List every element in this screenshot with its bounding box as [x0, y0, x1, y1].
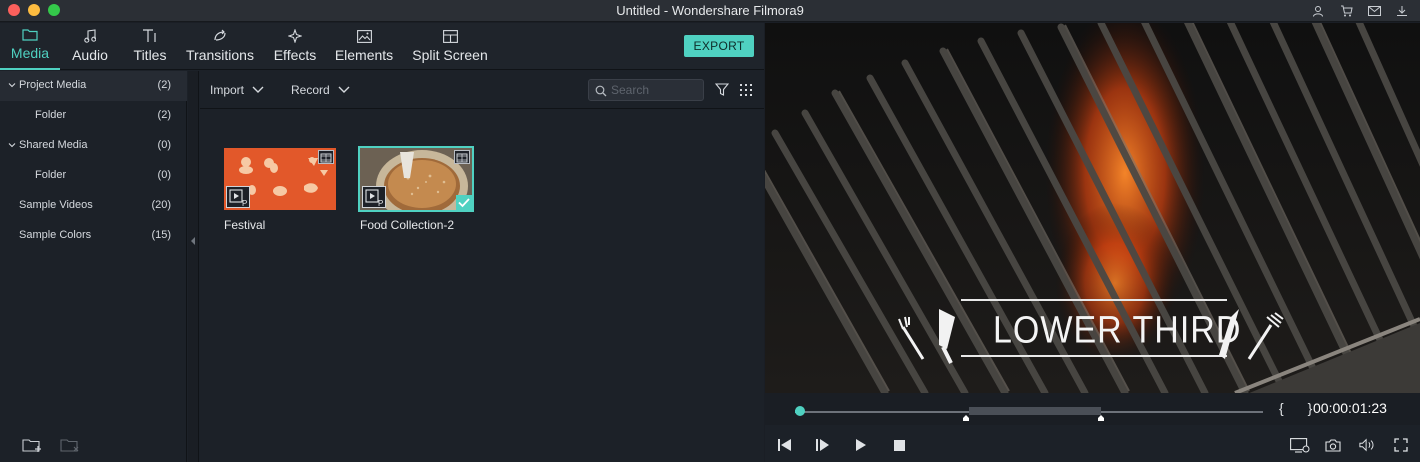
- title-bar: Untitled - Wondershare Filmora9: [0, 0, 1420, 22]
- preview-panel: LOWER THIRD { } 00:00:01:23: [765, 23, 1420, 462]
- snapshot-camera-icon[interactable]: [1325, 437, 1341, 453]
- media-action-bar: Import Record: [200, 71, 764, 109]
- volume-icon[interactable]: [1359, 437, 1375, 453]
- mail-icon[interactable]: [1366, 3, 1382, 19]
- playback-controls: [765, 425, 1420, 462]
- chevron-down-icon: [252, 86, 264, 93]
- sidebar-item-shared-folder[interactable]: Folder (0): [0, 161, 187, 191]
- preview-viewer[interactable]: LOWER THIRD: [765, 23, 1420, 393]
- tab-media[interactable]: Media: [0, 23, 60, 70]
- checkmark-icon: [456, 195, 472, 210]
- tab-transitions[interactable]: Transitions: [184, 23, 256, 70]
- user-icon[interactable]: [1310, 3, 1326, 19]
- media-content: Import Record Search P Festival P Food C…: [200, 71, 764, 462]
- music-note-icon: [84, 28, 96, 44]
- lower-third-title: LOWER THIRD: [993, 308, 1242, 352]
- media-sidebar: Project Media (2) Folder (2) Shared Medi…: [0, 71, 187, 462]
- media-thumbnail[interactable]: P: [224, 148, 336, 210]
- selected-range: [969, 407, 1101, 415]
- grid-view-icon[interactable]: [740, 84, 753, 97]
- record-dropdown[interactable]: Record: [291, 83, 350, 97]
- skip-back-icon[interactable]: [777, 437, 793, 453]
- play-icon[interactable]: [853, 437, 869, 453]
- library-panel: Media Audio Titles Transitions Effects E…: [0, 23, 764, 462]
- chevron-left-icon[interactable]: [191, 237, 196, 245]
- playback-scrubber: { } 00:00:01:23: [765, 393, 1420, 425]
- fullscreen-icon[interactable]: [1393, 437, 1409, 453]
- video-play-icon: P: [362, 186, 386, 208]
- chevron-down-icon[interactable]: [8, 141, 16, 149]
- sidebar-collapse-handle[interactable]: [188, 71, 199, 462]
- tab-elements[interactable]: Elements: [334, 23, 394, 70]
- new-folder-icon[interactable]: [22, 437, 42, 453]
- filmora-app: Untitled - Wondershare Filmora9 Media Au…: [0, 0, 1420, 462]
- display-settings-icon[interactable]: [1289, 437, 1311, 453]
- search-box: [588, 79, 704, 101]
- download-icon[interactable]: [1394, 3, 1410, 19]
- media-item-festival[interactable]: P Festival: [224, 148, 336, 232]
- svg-text:P: P: [378, 199, 383, 207]
- cart-icon[interactable]: [1338, 3, 1354, 19]
- transition-icon: [212, 28, 228, 44]
- effects-sparkle-icon: [288, 28, 302, 44]
- film-strip-icon: [318, 150, 334, 164]
- sidebar-item-sample-videos[interactable]: Sample Videos (20): [0, 191, 187, 221]
- tab-effects[interactable]: Effects: [268, 23, 322, 70]
- timecode: 00:00:01:23: [1313, 400, 1387, 416]
- knife-fork-icon: [898, 309, 955, 364]
- tab-audio[interactable]: Audio: [66, 23, 114, 70]
- film-strip-icon: [454, 150, 470, 164]
- sidebar-item-shared-media[interactable]: Shared Media (0): [0, 131, 187, 161]
- tab-titles[interactable]: Titles: [126, 23, 174, 70]
- lower-third-top-line: [961, 299, 1227, 301]
- filter-icon[interactable]: [715, 83, 729, 96]
- video-play-icon: P: [226, 186, 250, 208]
- image-elements-icon: [356, 28, 372, 44]
- media-item-label: Food Collection-2: [360, 218, 455, 232]
- out-point-marker[interactable]: [1098, 407, 1104, 421]
- media-item-label: Festival: [224, 218, 266, 232]
- search-input[interactable]: [611, 83, 699, 97]
- text-title-icon: [142, 28, 158, 44]
- media-thumbnail[interactable]: P: [358, 146, 474, 212]
- sidebar-item-sample-colors[interactable]: Sample Colors (15): [0, 221, 187, 251]
- tab-split-screen[interactable]: Split Screen: [410, 23, 490, 70]
- sidebar-item-project-folder[interactable]: Folder (2): [0, 101, 187, 131]
- folder-icon: [22, 26, 38, 42]
- knife-fork-icon: [1219, 309, 1284, 360]
- split-screen-icon: [442, 28, 458, 44]
- playhead-knob[interactable]: [795, 406, 805, 416]
- main-tab-bar: Media Audio Titles Transitions Effects E…: [0, 23, 764, 70]
- delete-folder-icon[interactable]: [60, 437, 80, 453]
- media-item-food-collection-2[interactable]: P Food Collection-2: [358, 146, 474, 232]
- chevron-down-icon[interactable]: [8, 81, 16, 89]
- lower-third-bottom-line: [961, 355, 1227, 357]
- stop-icon[interactable]: [891, 437, 907, 453]
- chevron-down-icon: [338, 86, 350, 93]
- export-button[interactable]: EXPORT: [684, 35, 754, 57]
- window-title: Untitled - Wondershare Filmora9: [616, 3, 804, 18]
- play-frame-icon[interactable]: [815, 437, 831, 453]
- sidebar-item-project-media[interactable]: Project Media (2): [0, 71, 187, 101]
- import-dropdown[interactable]: Import: [210, 83, 264, 97]
- sidebar-footer: [0, 428, 187, 462]
- svg-text:P: P: [242, 199, 247, 207]
- search-icon: [595, 85, 607, 97]
- in-point-marker[interactable]: [963, 407, 969, 421]
